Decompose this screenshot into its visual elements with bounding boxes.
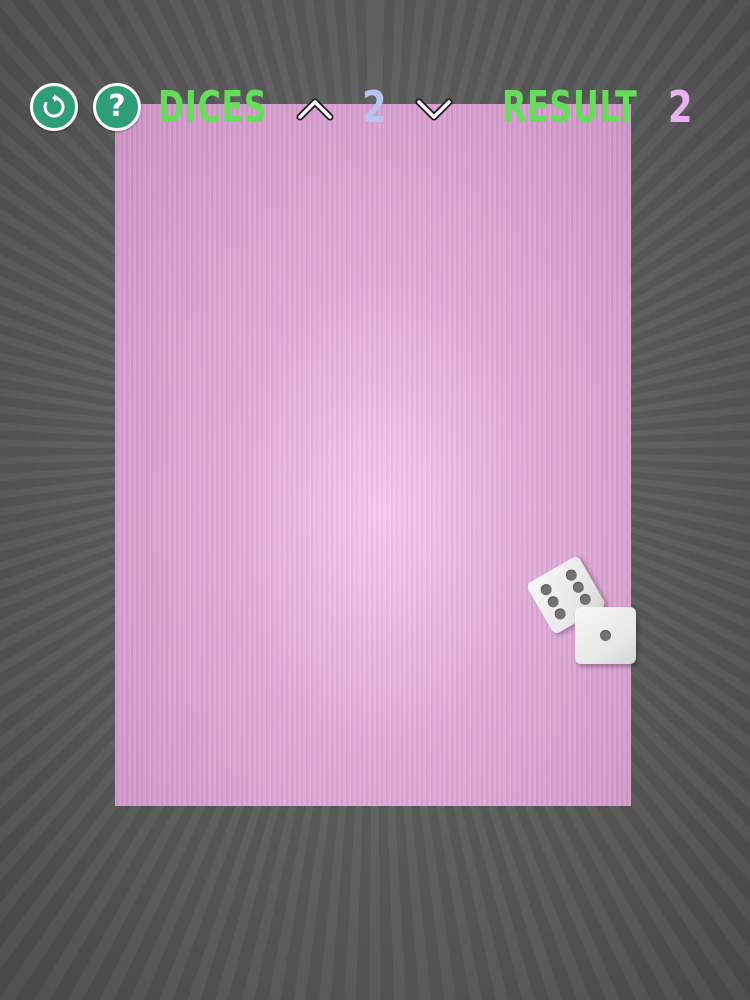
die-pip bbox=[570, 579, 586, 595]
result-label: RESULT bbox=[502, 82, 638, 133]
die-one[interactable] bbox=[575, 607, 636, 664]
dice-count: 2 bbox=[362, 82, 387, 133]
dice-board[interactable] bbox=[115, 104, 631, 806]
top-hud: ? DICES 2 RESULT 2 bbox=[0, 80, 750, 136]
restart-button[interactable] bbox=[30, 83, 78, 131]
result-value: 2 bbox=[668, 82, 693, 133]
die-pip bbox=[552, 606, 568, 622]
die-pip bbox=[577, 591, 593, 607]
die-pip bbox=[563, 567, 579, 583]
dices-label: DICES bbox=[158, 82, 268, 133]
die-pip bbox=[538, 582, 554, 598]
restart-icon bbox=[43, 94, 65, 118]
chevron-down-icon bbox=[415, 98, 453, 121]
decrease-dice-button[interactable] bbox=[411, 88, 457, 128]
help-button[interactable]: ? bbox=[93, 83, 141, 131]
increase-dice-button[interactable] bbox=[292, 88, 338, 128]
die-pip bbox=[600, 630, 611, 641]
chevron-up-icon bbox=[296, 98, 334, 121]
die-pip bbox=[545, 594, 561, 610]
help-icon: ? bbox=[108, 89, 126, 124]
